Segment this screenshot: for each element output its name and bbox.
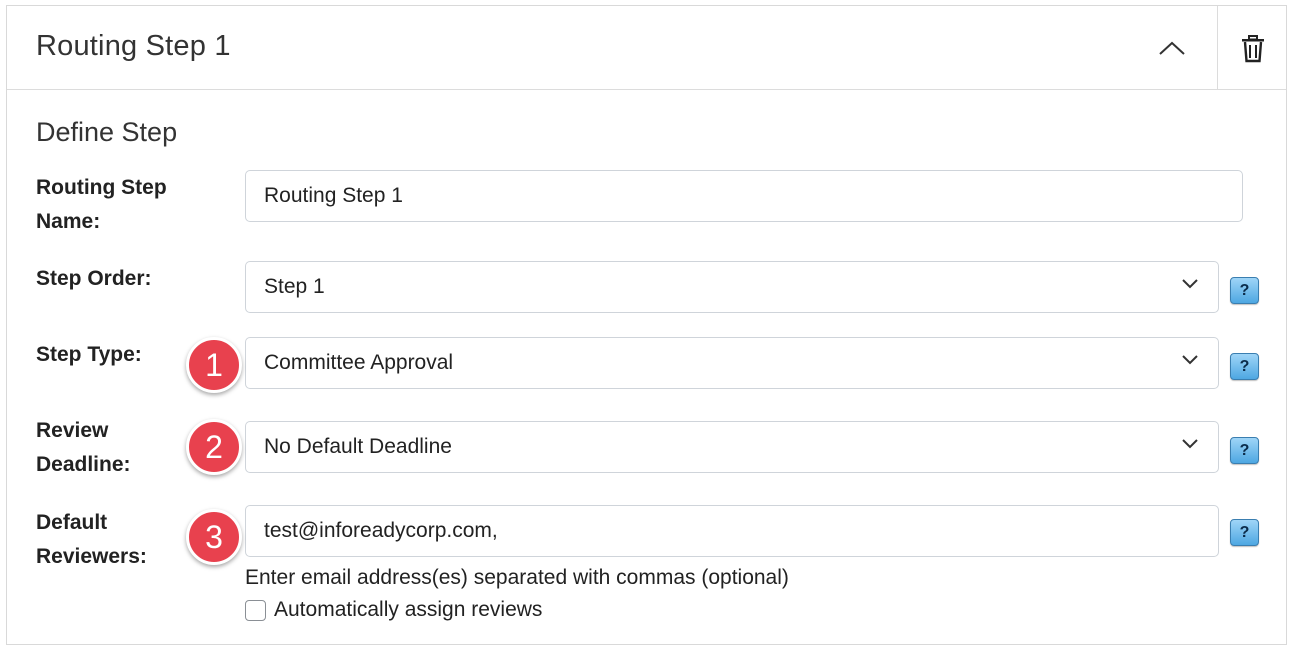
- auto-assign-checkbox[interactable]: [245, 599, 266, 621]
- panel-title: Routing Step 1: [36, 30, 231, 62]
- chevron-down-icon: [1182, 439, 1198, 449]
- auto-assign-label[interactable]: Automatically assign reviews: [274, 598, 542, 622]
- collapse-button[interactable]: [1147, 26, 1197, 70]
- auto-assign-row: Automatically assign reviews: [245, 598, 542, 622]
- callout-badge-3: 3: [186, 509, 242, 565]
- help-icon[interactable]: ?: [1230, 353, 1259, 380]
- select-value: Step 1: [264, 275, 325, 298]
- chevron-down-icon: [1182, 279, 1198, 289]
- input-value: test@inforeadycorp.com,: [264, 519, 498, 542]
- help-icon[interactable]: ?: [1230, 519, 1259, 546]
- reviewers-hint: Enter email address(es) separated with c…: [245, 566, 789, 589]
- section-title: Define Step: [36, 117, 178, 147]
- help-icon[interactable]: ?: [1230, 437, 1259, 464]
- trash-icon: [1242, 35, 1264, 63]
- routing-step-name-label: Routing Step Name:: [36, 171, 216, 239]
- default-reviewers-input[interactable]: test@inforeadycorp.com,: [245, 505, 1219, 557]
- label-line: Name:: [36, 210, 101, 233]
- panel-header: Routing Step 1: [7, 6, 1286, 90]
- routing-step-panel: Routing Step 1 Define Step Routing Step …: [6, 5, 1287, 645]
- select-value: Committee Approval: [264, 351, 454, 374]
- label-line: Routing Step: [36, 176, 167, 199]
- callout-badge-1: 1: [186, 337, 242, 393]
- chevron-up-icon: [1159, 41, 1185, 55]
- step-order-select[interactable]: Step 1: [245, 261, 1219, 313]
- routing-step-name-input[interactable]: Routing Step 1: [245, 170, 1243, 222]
- chevron-down-icon: [1182, 355, 1198, 365]
- step-order-label: Step Order:: [36, 267, 152, 290]
- help-icon[interactable]: ?: [1230, 277, 1259, 304]
- header-divider: [1217, 6, 1218, 89]
- select-value: No Default Deadline: [264, 435, 452, 458]
- input-value: Routing Step 1: [264, 184, 403, 207]
- step-type-select[interactable]: Committee Approval: [245, 337, 1219, 389]
- review-deadline-select[interactable]: No Default Deadline: [245, 421, 1219, 473]
- callout-badge-2: 2: [186, 419, 242, 475]
- delete-button[interactable]: [1227, 26, 1279, 72]
